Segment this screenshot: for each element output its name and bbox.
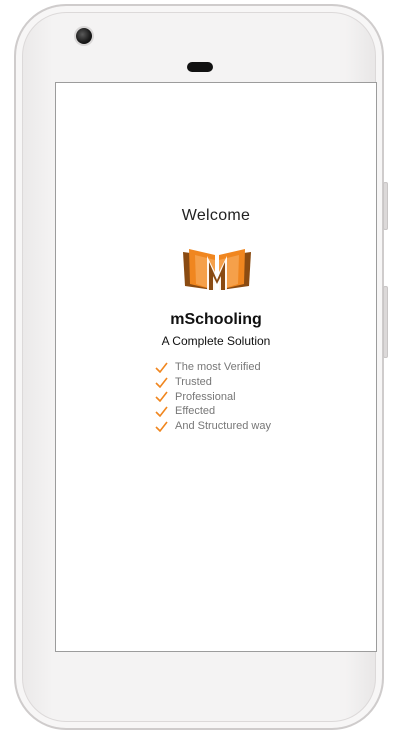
list-item: Effected [155, 404, 271, 419]
checkmark-icon [155, 391, 168, 403]
earpiece-speaker [187, 62, 213, 72]
app-screen: Welcome mSchooling A Complete Solution T… [55, 82, 377, 652]
list-item: Trusted [155, 375, 271, 390]
checkmark-icon [155, 362, 168, 373]
checkmark-icon [155, 377, 168, 388]
checkmark-icon [155, 421, 168, 432]
front-camera-icon [76, 28, 92, 44]
feature-label: Professional [175, 390, 236, 403]
volume-button[interactable] [383, 286, 388, 358]
list-item: Professional [155, 389, 271, 404]
welcome-heading: Welcome [181, 207, 251, 224]
feature-label: Effected [175, 405, 216, 418]
feature-label: And Structured way [175, 420, 271, 433]
feature-label: Trusted [175, 376, 212, 389]
list-item: The most Verified [155, 360, 271, 375]
phone-frame: Welcome mSchooling A Complete Solution T… [14, 4, 388, 730]
list-item: And Structured way [155, 419, 271, 434]
app-name: mSchooling [170, 311, 262, 328]
feature-label: The most Verified [175, 361, 261, 374]
checkmark-icon [155, 406, 168, 417]
open-book-logo-icon [183, 249, 251, 290]
power-button[interactable] [383, 182, 388, 230]
tagline: A Complete Solution [161, 334, 271, 348]
feature-list: The most Verified Trusted Professional E… [155, 360, 271, 433]
